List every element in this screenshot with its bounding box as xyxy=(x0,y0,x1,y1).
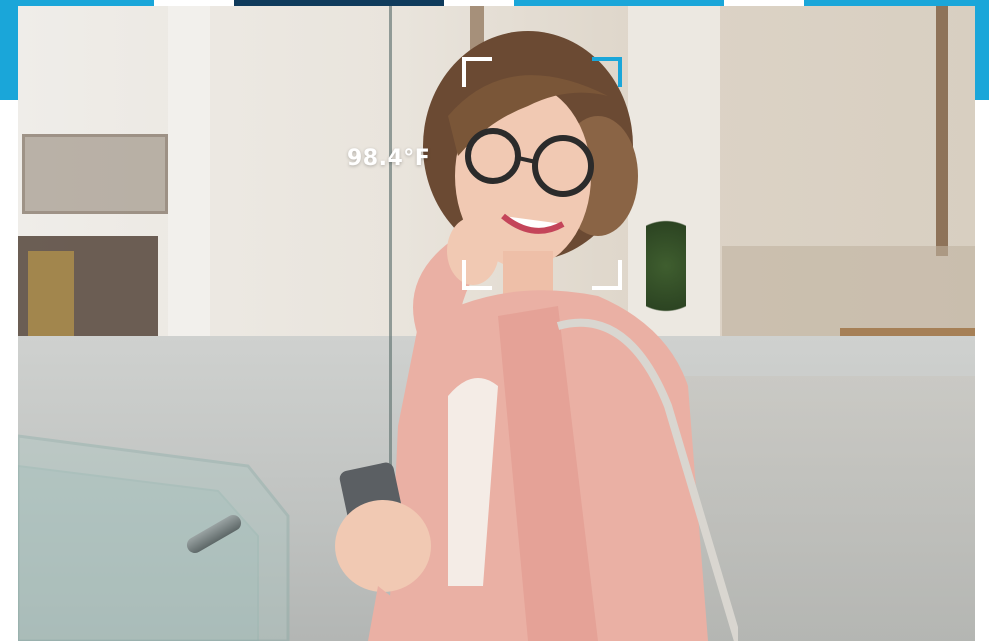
far-wood-post xyxy=(936,6,948,256)
woman-figure xyxy=(335,31,738,641)
face-scan-bracket-icon xyxy=(592,57,622,87)
shop-window xyxy=(22,134,168,214)
storefront-photo xyxy=(18,6,975,641)
face-scan-bracket-icon xyxy=(592,260,622,290)
plant xyxy=(646,206,686,326)
left-accent-bar xyxy=(0,0,18,100)
cabinet-glow xyxy=(28,251,74,341)
face-scan-bracket-icon xyxy=(462,260,492,290)
pillar-left xyxy=(168,6,210,336)
face-scan-bracket-icon xyxy=(462,57,492,87)
glass-door-panel xyxy=(18,434,290,641)
temperature-reading: 98.4°F xyxy=(347,146,431,171)
right-accent-bar xyxy=(975,0,989,100)
